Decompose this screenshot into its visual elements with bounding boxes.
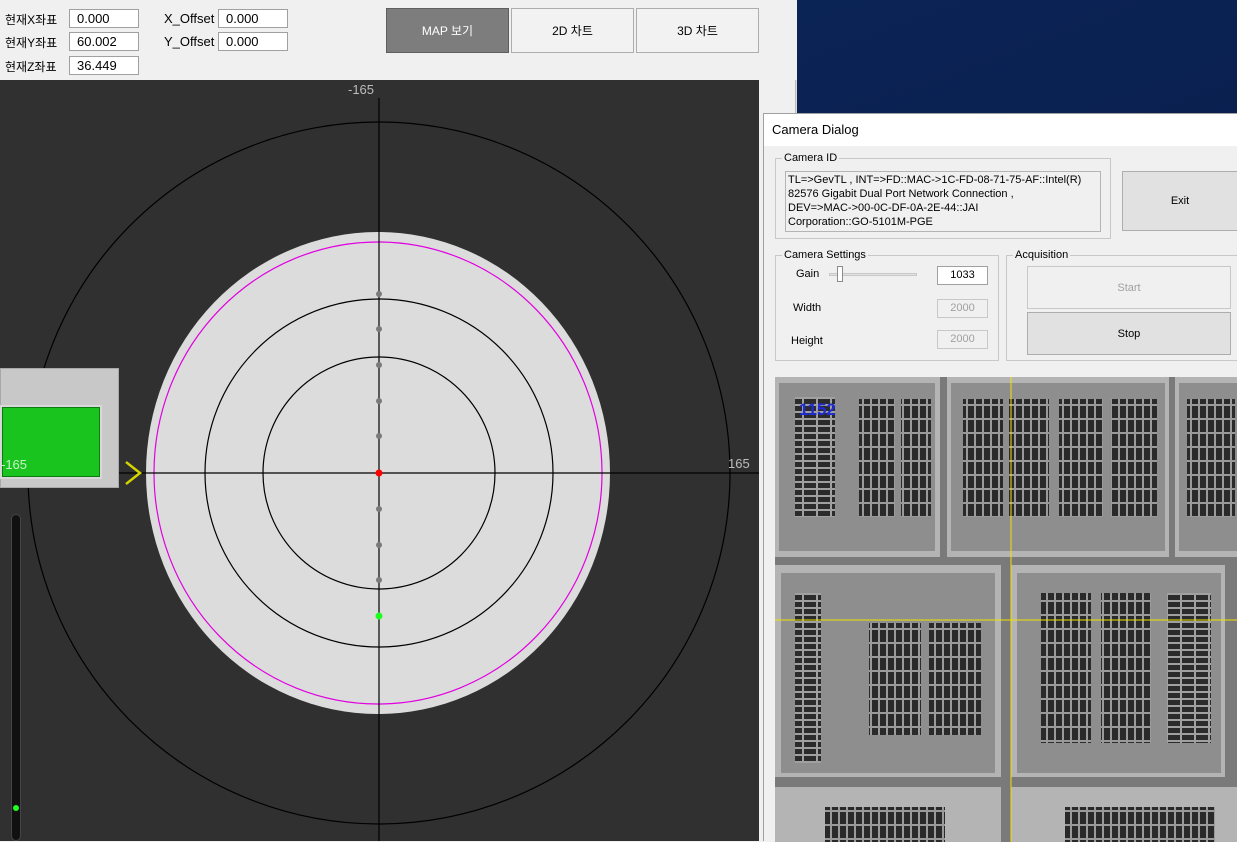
x-offset-field[interactable]: 0.000 bbox=[218, 9, 288, 28]
chart-2d-button[interactable]: 2D 차트 bbox=[511, 8, 634, 53]
exit-button[interactable]: Exit bbox=[1122, 171, 1237, 231]
z-coordinate-label: 현재Z좌표 bbox=[5, 60, 57, 74]
center-point bbox=[375, 469, 383, 477]
x-offset-label: X_Offset bbox=[164, 11, 215, 26]
measurement-point bbox=[376, 506, 382, 512]
stop-button[interactable]: Stop bbox=[1027, 312, 1231, 355]
z-coordinate-field[interactable]: 36.449 bbox=[69, 56, 139, 75]
y-coordinate-field[interactable]: 60.002 bbox=[69, 32, 139, 51]
camera-id-text[interactable]: TL=>GevTL , INT=>FD::MAC->1C-FD-08-71-75… bbox=[785, 171, 1101, 232]
camera-dialog-title: Camera Dialog bbox=[772, 122, 859, 137]
camera-dialog: Camera Dialog Camera ID TL=>GevTL , INT=… bbox=[763, 113, 1237, 842]
coordinate-panel: 현재X좌표 0.000 현재Y좌표 60.002 현재Z좌표 36.449 X_… bbox=[0, 0, 797, 80]
measurement-point bbox=[376, 542, 382, 548]
camera-live-view[interactable]: 1152 bbox=[775, 377, 1237, 842]
measurement-point bbox=[376, 398, 382, 404]
gain-field[interactable]: 1033 bbox=[937, 266, 988, 285]
start-button[interactable]: Start bbox=[1027, 266, 1231, 309]
width-field[interactable]: 2000 bbox=[937, 299, 988, 318]
vertical-level-bar bbox=[11, 514, 21, 841]
current-point bbox=[375, 612, 383, 620]
camera-id-group: Camera ID TL=>GevTL , INT=>FD::MAC->1C-F… bbox=[775, 152, 1111, 239]
y-coordinate-label: 현재Y좌표 bbox=[5, 36, 58, 50]
measurement-point bbox=[376, 362, 382, 368]
axis-label-right: 165 bbox=[728, 456, 750, 471]
level-marker bbox=[13, 805, 19, 811]
measurement-point bbox=[376, 577, 382, 583]
die-row-top bbox=[775, 377, 1237, 557]
camera-dialog-titlebar[interactable]: Camera Dialog bbox=[764, 114, 1237, 146]
axis-label-top: -165 bbox=[348, 82, 375, 97]
height-label: Height bbox=[791, 335, 823, 347]
measurement-point bbox=[376, 326, 382, 332]
map-view-button[interactable]: MAP 보기 bbox=[386, 8, 509, 53]
camera-image bbox=[775, 377, 1237, 842]
y-offset-label: Y_Offset bbox=[164, 34, 215, 49]
frame-counter: 1152 bbox=[799, 400, 836, 419]
gain-slider-thumb[interactable] bbox=[837, 266, 843, 282]
camera-settings-group-title: Camera Settings bbox=[782, 249, 868, 261]
x-coordinate-label: 현재X좌표 bbox=[5, 13, 58, 27]
axis-label-left: -165 bbox=[1, 457, 28, 472]
acquisition-group-title: Acquisition bbox=[1013, 249, 1071, 261]
status-indicator: -165 bbox=[0, 405, 102, 479]
chart-3d-button[interactable]: 3D 차트 bbox=[636, 8, 759, 53]
camera-id-group-title: Camera ID bbox=[782, 152, 840, 164]
width-label: Width bbox=[793, 302, 822, 314]
y-offset-field[interactable]: 0.000 bbox=[218, 32, 288, 51]
measurement-point bbox=[376, 433, 382, 439]
gain-label: Gain bbox=[796, 268, 820, 280]
measurement-point bbox=[376, 291, 382, 297]
x-coordinate-field[interactable]: 0.000 bbox=[69, 9, 139, 28]
height-field[interactable]: 2000 bbox=[937, 330, 988, 349]
